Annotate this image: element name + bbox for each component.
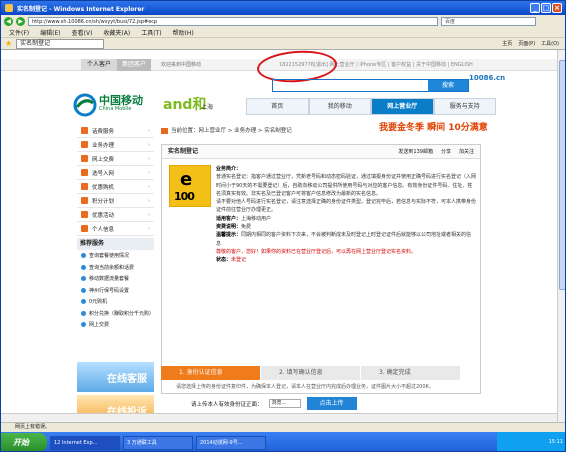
menu-edit[interactable]: 编辑(E) <box>40 28 60 37</box>
china-mobile-logo[interactable]: 中国移动 China Mobile <box>73 92 153 122</box>
recommend-item[interactable]: 查询套餐使用情况 <box>77 250 154 262</box>
profile-icon <box>81 225 88 232</box>
sidebar-item-number[interactable]: 选号入网 › <box>77 166 154 180</box>
sidebar-item-points[interactable]: 积分计划 › <box>77 194 154 208</box>
favorites-star-icon[interactable]: ★ <box>5 39 12 48</box>
brand-10086: 10086.cn <box>469 74 506 82</box>
vertical-scrollbar[interactable] <box>557 50 565 422</box>
browse-input[interactable]: 浏览... <box>268 399 301 408</box>
red-notice: 尊敬的客户，您好！如果你的资料已在营业厅登记后，可以再在网上营业厅登记实名资料。 <box>216 248 417 255</box>
china-mobile-icon <box>73 93 97 117</box>
nav-home[interactable]: 首页 <box>246 98 309 115</box>
and-logo: and和 <box>163 97 207 113</box>
window-title: 实名制登记 - Windows Internet Explorer <box>17 5 145 13</box>
business-description: 业务简介： 普通实名登记：指客户通过营业厅，凭新老号码和动态密码验证，通过填报身… <box>216 166 477 264</box>
recommend-item[interactable]: 神州行保号码设置 <box>77 285 154 297</box>
welcome-text: 欢迎来到中国移动 <box>161 62 202 68</box>
title-bar: 实名制登记 - Windows Internet Explorer _ □ × <box>1 1 565 15</box>
recommend-item[interactable]: 网上交费 <box>77 319 154 331</box>
horizontal-scrollbar[interactable] <box>1 413 557 422</box>
sidebar-item-profile[interactable]: 个人信息 › <box>77 222 154 236</box>
registration-panel: 实名制登记 发送到139邮箱 分享 加关注 e 100 业务简介： 普通实名登记… <box>161 144 481 394</box>
sidebar: 话费服务 › 业务办理 › 网上交费 › 选号入网 › 优惠购机 › 积分计划 › 优惠活动… <box>77 124 154 331</box>
fee-icon <box>81 127 88 134</box>
follow-button[interactable]: 加关注 <box>459 145 474 159</box>
main-nav: 首页 我的移动 网上营业厅 服务与支持 <box>246 98 496 115</box>
recommend-title: 推荐服务 <box>77 238 154 250</box>
taskbar: 开始 12 Internet Exp... 3 万通联工具 2014动漫网-9号… <box>1 432 565 451</box>
menu-bar: 文件(F) 编辑(E) 查看(V) 收藏夹(A) 工具(T) 帮助(H) <box>1 27 565 38</box>
back-icon[interactable]: ◀ <box>4 16 13 26</box>
address-bar: ◀ ▶ http://www.sh.10086.cn/sh/wsyyt/busi… <box>1 15 565 27</box>
page-button[interactable]: 页面(P) <box>518 39 535 49</box>
points-icon <box>81 197 88 204</box>
nav-support[interactable]: 服务与支持 <box>433 98 496 115</box>
search-button[interactable]: 搜索 <box>428 80 468 91</box>
nav-my-mobile[interactable]: 我的移动 <box>308 98 371 115</box>
taskbar-item[interactable]: 3 万通联工具 <box>123 435 193 450</box>
forward-icon[interactable]: ▶ <box>16 16 25 26</box>
personal-tab[interactable]: 个人客户 <box>81 59 117 71</box>
send-mail-button[interactable]: 发送到139邮箱 <box>398 145 433 159</box>
step-1: 1. 身份认证信息 <box>161 366 261 380</box>
status-value: 未登记 <box>231 257 247 264</box>
search-input[interactable]: 百度 <box>441 16 536 26</box>
step-bar: 1. 身份认证信息 2. 填写确认信息 3. 确定完成 <box>161 366 461 380</box>
number-icon <box>81 169 88 176</box>
home-icon <box>161 127 168 134</box>
start-button[interactable]: 开始 <box>1 433 47 451</box>
tab-bar: ★ 实名制登记 主页 页面(P) 工具(O) <box>1 38 565 50</box>
menu-tools[interactable]: 工具(T) <box>141 28 161 37</box>
recommend-item[interactable]: 0元购机 <box>77 296 154 308</box>
recommend-item[interactable]: 移动数据流量套餐 <box>77 273 154 285</box>
menu-help[interactable]: 帮助(H) <box>173 28 194 37</box>
page-content: 个人客户 集团客户 欢迎来到中国移动 18221529776[退出] 网上营业厅… <box>1 50 557 422</box>
breadcrumb: 当前位置：网上营业厅 > 业务办理 > 实名制登记 <box>161 126 292 134</box>
upload-label: 请上传本人有效身份证正面： <box>191 401 263 408</box>
promo-icon <box>81 211 88 218</box>
sidebar-item-promo[interactable]: 优惠活动 › <box>77 208 154 222</box>
menu-favorites[interactable]: 收藏夹(A) <box>103 28 130 37</box>
browser-window: 实名制登记 - Windows Internet Explorer _ □ × … <box>0 0 566 452</box>
minimize-button[interactable]: _ <box>530 3 540 13</box>
taskbar-item[interactable]: 12 Internet Exp... <box>50 435 120 450</box>
enterprise-tab[interactable]: 集团客户 <box>117 59 151 71</box>
sidebar-item-business[interactable]: 业务办理 › <box>77 138 154 152</box>
browser-tab[interactable]: 实名制登记 <box>16 38 105 49</box>
panel-title: 实名制登记 <box>168 148 199 155</box>
tools-button[interactable]: 工具(O) <box>541 39 559 49</box>
menu-file[interactable]: 文件(F) <box>9 28 29 37</box>
upload-button[interactable]: 点击上传 <box>306 397 357 410</box>
promo-banner[interactable]: 我要金冬季 瞬间 10分满意 <box>379 120 488 133</box>
site-search[interactable]: 搜索 <box>272 79 469 92</box>
city-selector[interactable]: 上海 <box>201 102 213 111</box>
e100-logo: e 100 <box>169 165 211 207</box>
logo-subtext: China Mobile <box>99 106 132 112</box>
taskbar-item[interactable]: 2014动漫网-9号... <box>196 435 266 450</box>
sidebar-item-payment[interactable]: 网上交费 › <box>77 152 154 166</box>
url-input[interactable]: http://www.sh.10086.cn/sh/wsyyt/busi/72.… <box>28 16 438 26</box>
online-service-banner[interactable]: 在线客服 <box>77 362 154 392</box>
upload-row: 请上传本人有效身份证正面： 浏览... 点击上传 <box>191 397 357 410</box>
ie-icon <box>5 4 13 12</box>
sidebar-item-fee[interactable]: 话费服务 › <box>77 124 154 138</box>
recommend-item[interactable]: 积分兑换（赚取积分千元购） <box>77 308 154 320</box>
upload-note: 请您选择上传的身份证件复印件，为确保本人登记，请本人在营业厅内完成后办理业务，证… <box>176 384 434 390</box>
step-3: 3. 确定完成 <box>361 366 461 380</box>
close-button[interactable]: × <box>552 3 562 13</box>
home-button[interactable]: 主页 <box>502 39 512 49</box>
step-2: 2. 填写确认信息 <box>261 366 361 380</box>
status-bar: 网页上有错误。 <box>1 422 565 432</box>
recommend-item[interactable]: 查询当前余额和话费 <box>77 262 154 274</box>
payment-icon <box>81 155 88 162</box>
phone-icon <box>81 183 88 190</box>
sidebar-item-phone[interactable]: 优惠购机 › <box>77 180 154 194</box>
maximize-button[interactable]: □ <box>541 3 551 13</box>
share-button[interactable]: 分享 <box>441 145 451 159</box>
top-links[interactable]: 网上营业厅 | iPhone专区 | 客户权益 | 关于中国移动 | ENGLI… <box>330 62 473 68</box>
business-icon <box>81 141 88 148</box>
system-tray-clock: 15:11 <box>497 432 565 451</box>
menu-view[interactable]: 查看(V) <box>72 28 93 37</box>
nav-online-hall[interactable]: 网上营业厅 <box>371 98 434 115</box>
